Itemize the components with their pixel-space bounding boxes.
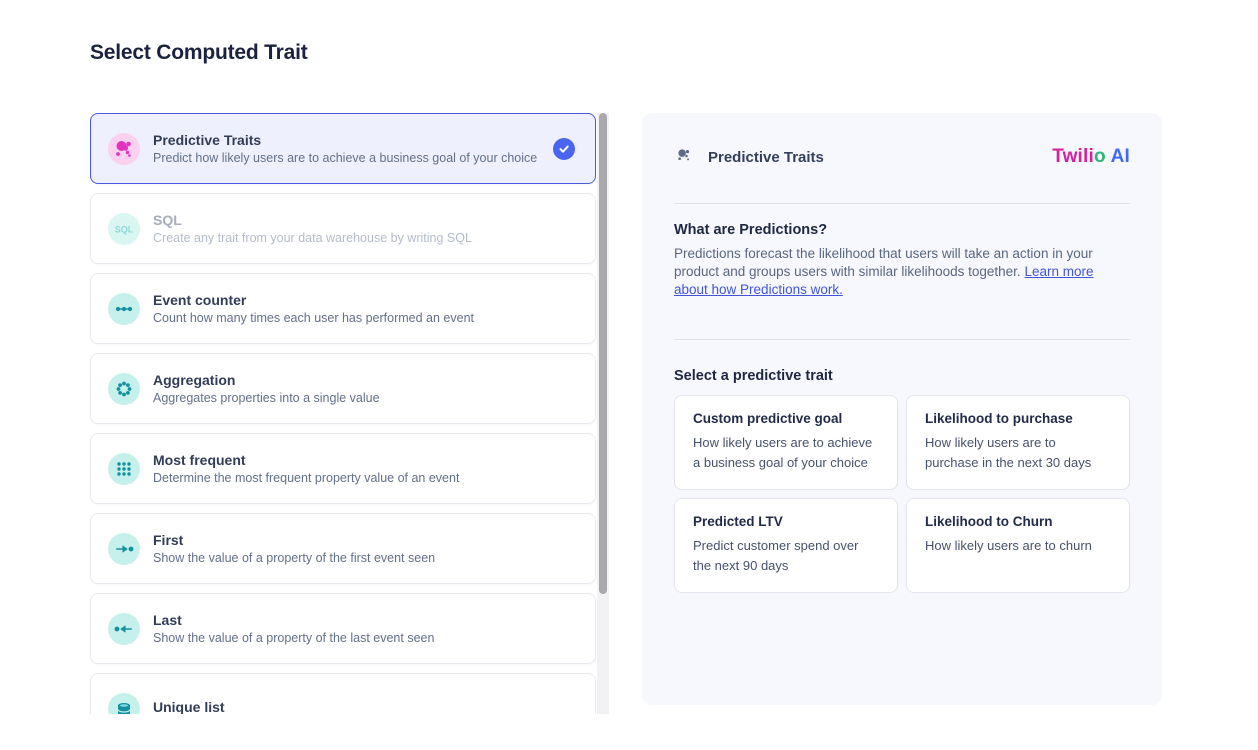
predictions-about-body: Predictions forecast the likelihood that… (674, 245, 1124, 299)
trait-list-item[interactable]: Last Show the value of a property of the… (90, 593, 596, 664)
predictive-trait-card[interactable]: Likelihood to Churn How likely users are… (906, 498, 1130, 593)
twilio-ai-logo: Twilio AI (1052, 146, 1130, 168)
scrollbar-track (597, 113, 609, 714)
trait-description: Show the value of a property of the firs… (153, 551, 435, 565)
predictive-splatter-icon (674, 145, 694, 170)
scrollbar-thumb[interactable] (599, 113, 607, 594)
detail-panel-title: Predictive Traits (708, 149, 824, 166)
predictive-splatter-icon (108, 133, 140, 165)
trait-list-item[interactable]: SQL SQL Create any trait from your data … (90, 193, 596, 264)
event-counter-dots-icon (108, 293, 140, 325)
select-predictive-trait-heading: Select a predictive trait (674, 368, 1130, 384)
database-icon (108, 693, 140, 715)
trait-list-item[interactable]: Aggregation Aggregates properties into a… (90, 353, 596, 424)
predictive-trait-card[interactable]: Likelihood to purchase How likely users … (906, 395, 1130, 490)
predictive-trait-card[interactable]: Custom predictive goal How likely users … (674, 395, 898, 490)
sql-icon: SQL (108, 213, 140, 245)
aggregation-dots-ring-icon (108, 373, 140, 405)
predictive-trait-card-description: How likely users are to achieve a busine… (693, 433, 879, 473)
trait-title: Most frequent (153, 452, 459, 468)
trait-list-item[interactable]: Unique list (90, 673, 596, 714)
predictive-traits-detail-panel: Predictive Traits Twilio AI What are Pre… (642, 113, 1162, 705)
trait-description: Determine the most frequent property val… (153, 471, 459, 485)
trait-list-item[interactable]: Most frequent Determine the most frequen… (90, 433, 596, 504)
predictive-trait-card[interactable]: Predicted LTV Predict customer spend ove… (674, 498, 898, 593)
predictions-about-heading: What are Predictions? (674, 222, 1130, 238)
divider (674, 203, 1130, 204)
trait-description: Count how many times each user has perfo… (153, 311, 474, 325)
trait-title: Unique list (153, 699, 225, 714)
predictive-trait-card-title: Likelihood to purchase (925, 411, 1111, 426)
trait-list-item[interactable]: Event counter Count how many times each … (90, 273, 596, 344)
trait-title: Event counter (153, 292, 474, 308)
trait-description: Show the value of a property of the last… (153, 631, 434, 645)
divider (674, 339, 1130, 340)
predictive-trait-card-title: Predicted LTV (693, 514, 879, 529)
trait-title: Aggregation (153, 372, 380, 388)
svg-text:SQL: SQL (115, 224, 134, 234)
trait-description: Create any trait from your data warehous… (153, 231, 472, 245)
predictive-trait-card-description: How likely users are to purchase in the … (925, 433, 1111, 473)
trait-title: Predictive Traits (153, 132, 537, 148)
trait-description: Aggregates properties into a single valu… (153, 391, 380, 405)
trait-title: First (153, 532, 435, 548)
predictive-trait-card-description: Predict customer spend over the next 90 … (693, 536, 879, 576)
trait-list-item[interactable]: First Show the value of a property of th… (90, 513, 596, 584)
trait-title: SQL (153, 212, 472, 228)
trait-description: Predict how likely users are to achieve … (153, 151, 537, 165)
trait-title: Last (153, 612, 434, 628)
grid-dots-icon (108, 453, 140, 485)
selected-check-icon (553, 138, 575, 160)
predictive-trait-card-grid: Custom predictive goal How likely users … (674, 395, 1130, 593)
predictive-trait-card-description: How likely users are to churn (925, 536, 1111, 556)
trait-list-item[interactable]: Predictive Traits Predict how likely use… (90, 113, 596, 184)
arrow-to-dot-icon (108, 533, 140, 565)
trait-list: Predictive Traits Predict how likely use… (90, 113, 596, 714)
predictive-trait-card-title: Likelihood to Churn (925, 514, 1111, 529)
predictive-trait-card-title: Custom predictive goal (693, 411, 879, 426)
dot-arrow-left-icon (108, 613, 140, 645)
detail-panel-header: Predictive Traits Twilio AI (674, 145, 1130, 169)
page-title: Select Computed Trait (90, 41, 308, 65)
